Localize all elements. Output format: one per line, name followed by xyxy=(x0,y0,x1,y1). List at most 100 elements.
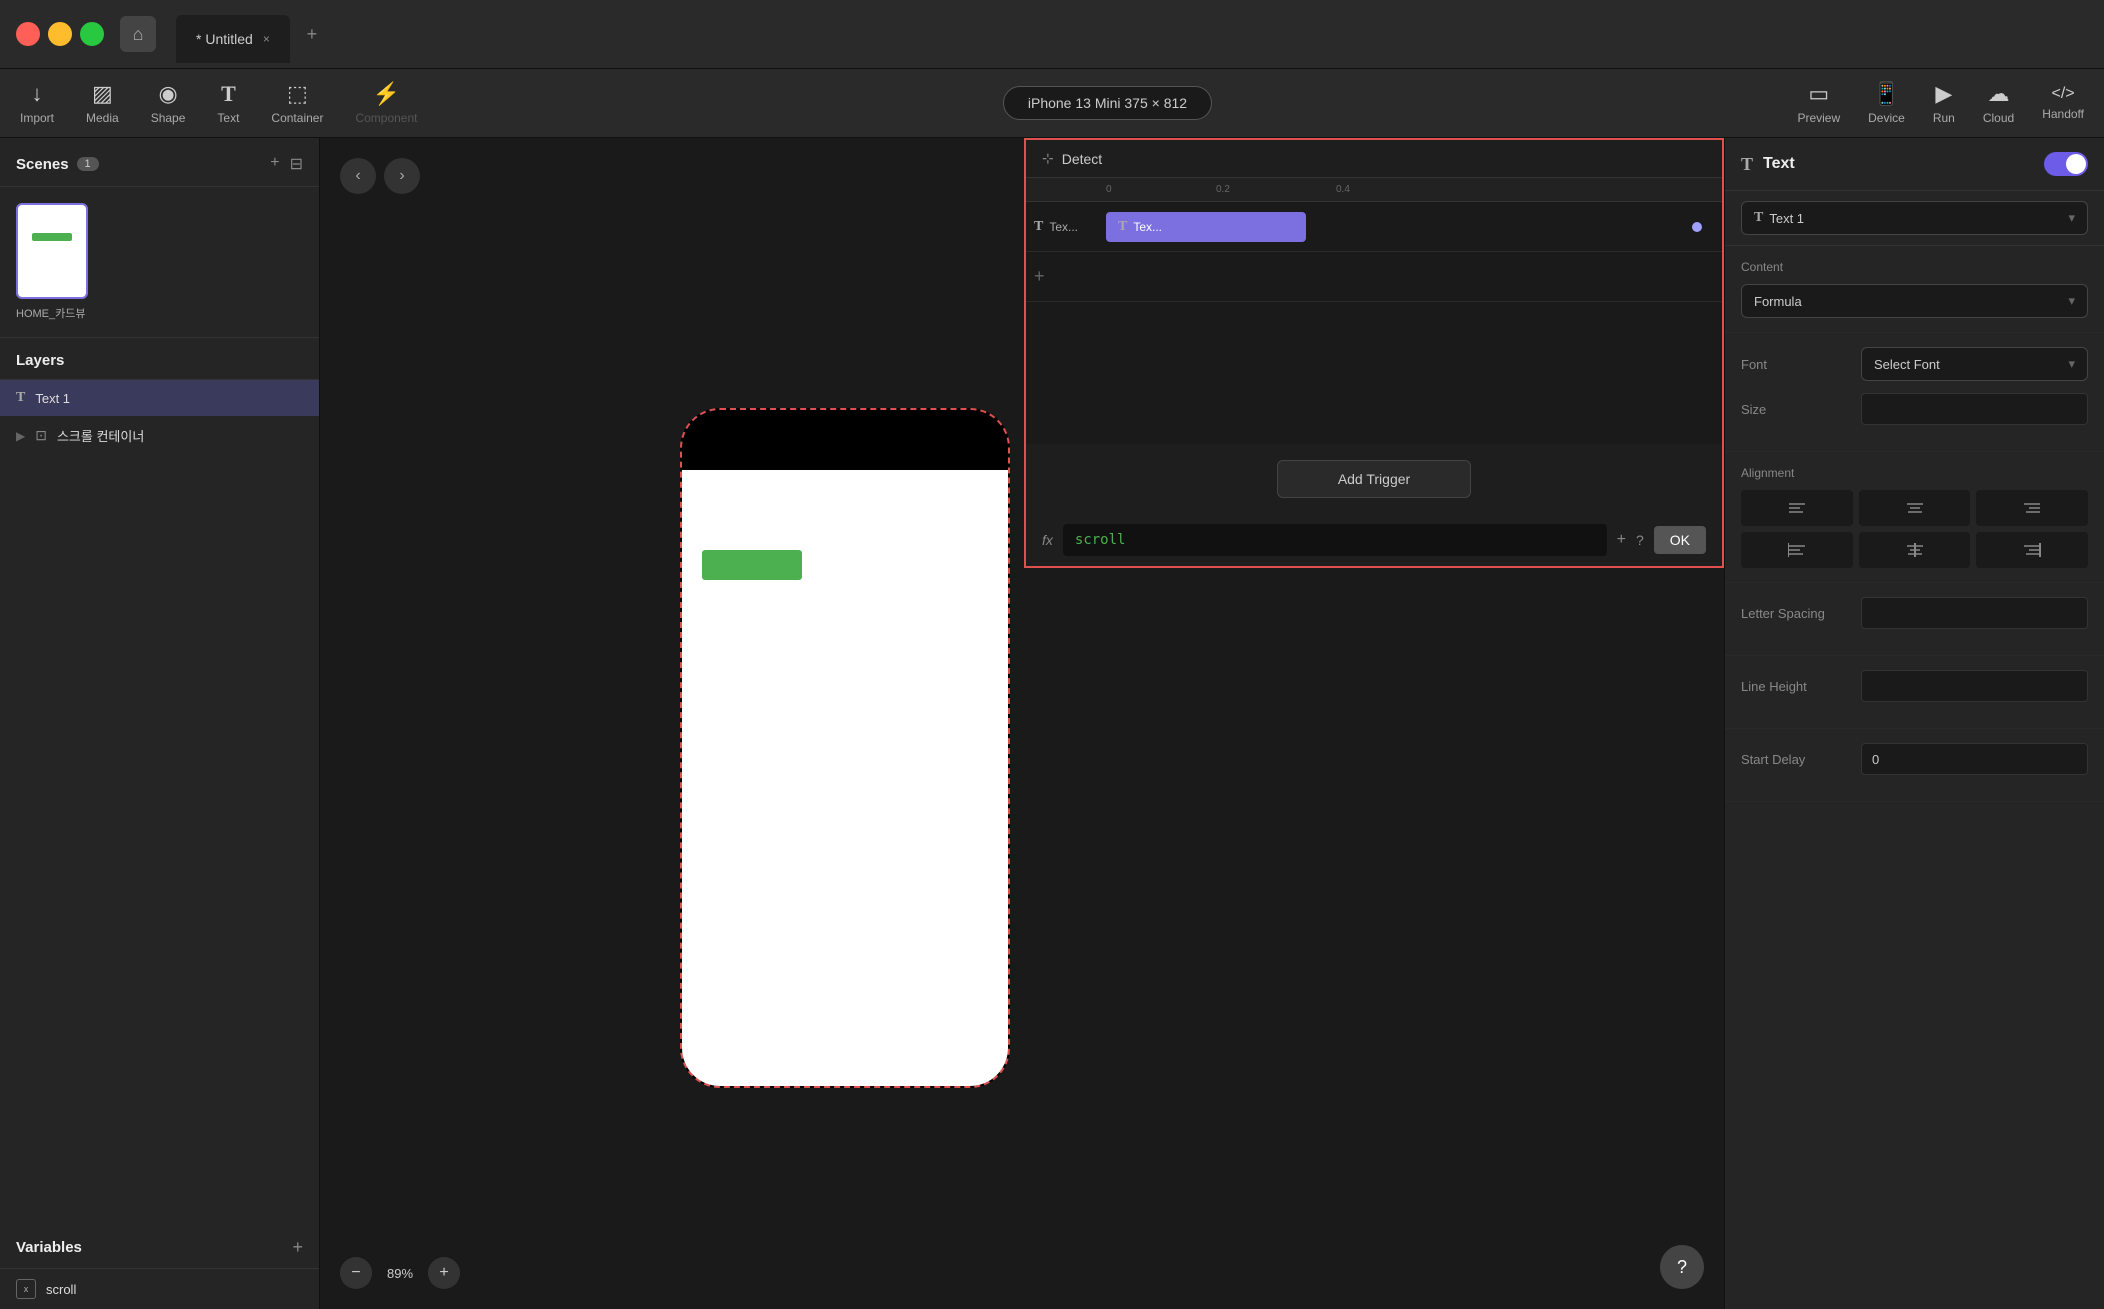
layer-select-icon: T xyxy=(1754,210,1763,226)
zoom-value: 89% xyxy=(380,1266,420,1281)
component-tool[interactable]: ⚡ Component xyxy=(355,81,417,125)
timeline-bar[interactable]: T Tex... xyxy=(1106,212,1306,242)
device-selector[interactable]: iPhone 13 Mini 375 × 812 xyxy=(1003,86,1212,120)
shape-icon: ◉ xyxy=(158,81,177,107)
formula-input[interactable] xyxy=(1063,524,1607,556)
toggle-switch[interactable] xyxy=(2044,152,2088,176)
cloud-label: Cloud xyxy=(1983,111,2014,125)
media-icon: ▨ xyxy=(92,81,113,107)
formula-question-icon[interactable]: ? xyxy=(1636,532,1644,548)
left-panel: Scenes 1 + ⊟ HOME_카드뷰 Layers xyxy=(0,138,320,1309)
device-screen xyxy=(682,470,1008,1086)
toggle-knob xyxy=(2066,154,2086,174)
formula-ok-button[interactable]: OK xyxy=(1654,526,1706,554)
variable-item-scroll: x scroll xyxy=(0,1269,319,1309)
timeline-ruler: 0 0.2 0.4 xyxy=(1026,178,1722,202)
scenes-title: Scenes xyxy=(16,156,69,173)
import-tool[interactable]: ↓ Import xyxy=(20,81,54,125)
component-label: Component xyxy=(355,111,417,125)
font-value: Select Font xyxy=(1874,357,1940,372)
align-right-top-button[interactable] xyxy=(1976,490,2088,526)
container-tool[interactable]: ⬚ Container xyxy=(271,81,323,125)
close-button[interactable] xyxy=(16,22,40,46)
tab-title: * Untitled xyxy=(196,31,253,47)
start-delay-row: Start Delay 0 xyxy=(1741,743,2088,775)
right-title: Text xyxy=(1763,155,2034,173)
minimize-button[interactable] xyxy=(48,22,72,46)
handoff-tool[interactable]: </> Handoff xyxy=(2042,85,2084,121)
line-height-section: Line Height xyxy=(1725,656,2104,729)
size-input[interactable] xyxy=(1861,393,2088,425)
right-header: T Text xyxy=(1725,138,2104,191)
detect-timeline: 0 0.2 0.4 T Tex... T Tex... xyxy=(1026,178,1722,444)
variables-title: Variables xyxy=(16,1239,82,1256)
scenes-actions: + ⊟ xyxy=(270,154,303,174)
zoom-controls: − 89% + xyxy=(340,1257,460,1289)
line-height-input[interactable] xyxy=(1861,670,2088,702)
text-tool[interactable]: T Text xyxy=(217,81,239,125)
align-center-mid-button[interactable] xyxy=(1859,532,1971,568)
back-button[interactable]: ‹ xyxy=(340,158,376,194)
component-icon: ⚡ xyxy=(373,81,400,107)
add-trigger-area: Add Trigger xyxy=(1026,444,1722,514)
cloud-tool[interactable]: ☁ Cloud xyxy=(1983,81,2014,125)
right-panel: T Text T Text 1 ▾ Content Formula ▾ xyxy=(1724,138,2104,1309)
active-tab[interactable]: * Untitled × xyxy=(176,15,290,63)
preview-tool[interactable]: ▭ Preview xyxy=(1797,81,1840,125)
variables-add-icon[interactable]: + xyxy=(292,1237,303,1258)
letter-spacing-input[interactable] xyxy=(1861,597,2088,629)
start-delay-label: Start Delay xyxy=(1741,752,1861,767)
preview-label: Preview xyxy=(1797,111,1840,125)
text-icon: T xyxy=(221,81,236,107)
content-type-dropdown[interactable]: Formula ▾ xyxy=(1741,284,2088,318)
preview-icon: ▭ xyxy=(1808,81,1829,107)
container-label: Container xyxy=(271,111,323,125)
canvas-area[interactable]: ‹ › HOME_카드뷰 − 89% + ? ⊹ Detect 0 xyxy=(320,138,1724,1309)
media-label: Media xyxy=(86,111,119,125)
font-row: Font Select Font ▾ xyxy=(1741,347,2088,381)
start-delay-input[interactable]: 0 xyxy=(1861,743,2088,775)
align-center-top-button[interactable] xyxy=(1859,490,1971,526)
media-tool[interactable]: ▨ Media xyxy=(86,81,119,125)
zoom-out-button[interactable]: − xyxy=(340,1257,372,1289)
detect-symbol-icon: ⊹ xyxy=(1042,150,1054,167)
variable-icon: x xyxy=(16,1279,36,1299)
run-tool[interactable]: ▶ Run xyxy=(1933,81,1955,125)
tab-close-icon[interactable]: × xyxy=(263,32,270,46)
layer-select-dropdown[interactable]: T Text 1 ▾ xyxy=(1741,201,2088,235)
font-section: Font Select Font ▾ Size xyxy=(1725,333,2104,452)
line-height-row: Line Height xyxy=(1741,670,2088,702)
device-frame xyxy=(680,408,1010,1088)
scene-thumbnail[interactable]: HOME_카드뷰 xyxy=(16,203,88,321)
layer-selector: T Text 1 ▾ xyxy=(1725,191,2104,246)
layer-item-text1[interactable]: T Text 1 xyxy=(0,380,319,416)
home-button[interactable]: ⌂ xyxy=(120,16,156,52)
scenes-add-icon[interactable]: + xyxy=(270,154,279,174)
shape-tool[interactable]: ◉ Shape xyxy=(151,81,186,125)
align-left-top-button[interactable] xyxy=(1741,490,1853,526)
align-left-mid-button[interactable] xyxy=(1741,532,1853,568)
start-delay-value: 0 xyxy=(1872,752,1879,767)
shape-label: Shape xyxy=(151,111,186,125)
device-tool[interactable]: 📱 Device xyxy=(1868,81,1905,125)
new-tab-button[interactable]: + xyxy=(298,20,326,48)
help-button[interactable]: ? xyxy=(1660,1245,1704,1289)
titlebar: ⌂ * Untitled × + xyxy=(0,0,2104,69)
align-right-mid-button[interactable] xyxy=(1976,532,2088,568)
scenes-sort-icon[interactable]: ⊟ xyxy=(290,154,303,174)
scene-label: HOME_카드뷰 xyxy=(16,305,88,321)
add-trigger-button[interactable]: Add Trigger xyxy=(1277,460,1471,498)
letter-spacing-row: Letter Spacing xyxy=(1741,597,2088,629)
track-label: Tex... xyxy=(1049,220,1078,234)
ruler-0: 0 xyxy=(1106,184,1112,195)
forward-button[interactable]: › xyxy=(384,158,420,194)
font-dropdown[interactable]: Select Font ▾ xyxy=(1861,347,2088,381)
formula-plus-icon[interactable]: + xyxy=(1617,531,1626,549)
zoom-in-button[interactable]: + xyxy=(428,1257,460,1289)
detect-header: ⊹ Detect xyxy=(1026,140,1722,178)
maximize-button[interactable] xyxy=(80,22,104,46)
layer-item-scroll[interactable]: ▶ ⊡ 스크롤 컨테이너 xyxy=(0,416,319,455)
letter-spacing-label: Letter Spacing xyxy=(1741,606,1861,621)
device-notch xyxy=(785,410,905,440)
timeline-add-icon[interactable]: + xyxy=(1034,266,1045,287)
